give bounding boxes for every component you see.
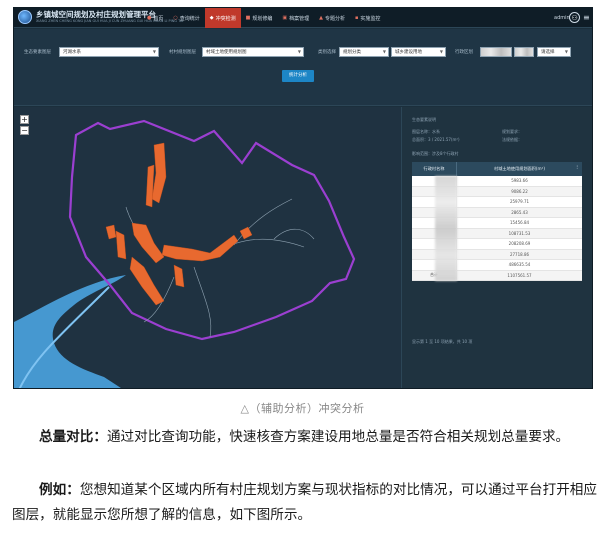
type-select-2[interactable]: 城乡建设用地 ▼ — [391, 47, 446, 57]
folder-icon: ▣ — [282, 15, 288, 21]
region-select-blurred-1[interactable] — [480, 47, 512, 57]
area-value: 27718.86 — [509, 251, 530, 257]
affect-range-label: 影响范围：涉及8个行政村 — [412, 151, 459, 156]
user-avatar-icon[interactable]: ⚇ — [569, 12, 580, 23]
type-label: 类别选择 — [318, 50, 336, 55]
panel-title: 生态要素说明 — [412, 117, 436, 122]
total-value: 1107561.57 — [507, 272, 532, 278]
column-toggle-icon[interactable]: ⁝ — [576, 165, 578, 171]
info-panel: 生态要素说明 图层名称：水系 总面积：3 / 2021.57(m²) 规划要求：… — [401, 107, 592, 388]
area-value: 486635.54 — [508, 262, 531, 268]
region-select[interactable]: 请选择 ▼ — [537, 47, 571, 57]
screenshot-frame: 乡镇城空间规划及村庄规划管理平台 XIANG ZHEN CHENG KONG J… — [13, 7, 593, 389]
type-select-1[interactable]: 规划分类 ▼ — [339, 47, 389, 57]
menu-icon[interactable]: ≡ — [583, 13, 590, 22]
regulation-label: 法规依据： — [502, 137, 522, 142]
area-value: 15456.84 — [509, 220, 530, 226]
area-table: 行政村名称 村域土地使用规划面积(m²) ⁝ 5983.66 9086.22 25… — [412, 162, 582, 281]
layer-name-label: 图层名称：水系 — [412, 129, 440, 134]
region-label: 行政区划 — [455, 50, 473, 55]
nav-item-home[interactable]: ● 首页 — [142, 8, 168, 28]
main-nav: ● 首页 ○ 查询统计 ◆ 冲突检测 ■ 规划修编 ▣ 档案管理 ▲ 专题分析 ▪ 实施监控 — [142, 8, 385, 28]
area-value: 25979.71 — [509, 199, 530, 205]
nav-item-monitor[interactable]: ▪ 实施监控 — [350, 8, 385, 28]
stat-analysis-button[interactable]: 统计分析 — [282, 70, 314, 82]
layer2-label: 村村规划图层 — [169, 50, 196, 55]
eco-layer-select[interactable]: 河湖水系 ▼ — [59, 47, 159, 57]
top-bar: 乡镇城空间规划及村庄规划管理平台 XIANG ZHEN CHENG KONG J… — [14, 8, 592, 28]
nav-item-archive[interactable]: ▣ 档案管理 — [277, 8, 314, 28]
paragraph-example: 例如：您想知道某个区域内所有村庄规划方案与现状指标的对比情况，可以通过平台打开相… — [12, 482, 598, 523]
chevron-down-icon: ▼ — [439, 49, 443, 54]
area-value: 2865.43 — [511, 209, 528, 215]
figure-caption: △（辅助分析）冲突分析 — [240, 402, 365, 415]
area-value: 208208.69 — [508, 241, 531, 247]
chevron-down-icon: ▼ — [382, 49, 386, 54]
platform-logo — [18, 10, 32, 24]
chart-icon: ▲ — [319, 15, 324, 21]
chevron-down-icon: ▼ — [297, 49, 301, 54]
village-names-blurred — [435, 176, 457, 281]
search-icon: ○ — [173, 15, 178, 21]
col-village-name[interactable]: 行政村名称 — [412, 162, 457, 176]
table-header: 行政村名称 村域土地使用规划面积(m²) ⁝ — [412, 162, 582, 176]
chevron-down-icon: ▼ — [564, 49, 568, 54]
region-select-blurred-2[interactable] — [514, 47, 534, 57]
map-canvas — [14, 119, 356, 388]
zoom-out-button[interactable]: − — [20, 126, 29, 135]
chevron-down-icon: ▼ — [152, 49, 156, 54]
home-icon: ● — [147, 15, 152, 21]
area-value: 5983.66 — [511, 178, 528, 184]
nav-item-conflict[interactable]: ◆ 冲突检测 — [204, 8, 241, 28]
requirement-label: 规划要求： — [502, 129, 522, 134]
streams — [125, 198, 315, 338]
monitor-icon: ▪ — [355, 15, 359, 21]
river — [14, 275, 126, 388]
zoom-in-button[interactable]: + — [20, 115, 29, 124]
paragraph-heading: 总量对比： — [39, 429, 107, 445]
filter-bar: 生态要素图层 河湖水系 ▼ 村村规划图层 村域土地使用规划图 ▼ 类别选择 规划分类… — [14, 29, 592, 106]
nav-item-analysis[interactable]: ▲ 专题分析 — [314, 8, 350, 28]
village-layer-select[interactable]: 村域土地使用规划图 ▼ — [202, 47, 304, 57]
nav-item-query[interactable]: ○ 查询统计 — [168, 8, 204, 28]
shield-icon: ◆ — [209, 15, 214, 21]
total-area-label: 总面积：3 / 2021.57(m²) — [412, 137, 460, 142]
area-value: 9086.22 — [511, 188, 528, 194]
layer1-label: 生态要素图层 — [24, 50, 51, 55]
paragraph-total-comparison: 总量对比：通过对比查询功能，快速核查方案建设用地总量是否符合相关规划总量要求。 — [39, 429, 570, 445]
paragraph-heading: 例如： — [39, 482, 80, 498]
edit-icon: ■ — [245, 15, 251, 21]
planning-parcels — [105, 142, 253, 306]
col-area[interactable]: 村域土地使用规划面积(m²) ⁝ — [457, 162, 582, 176]
pagination-info: 显示第 1 至 10 项结果，共 10 项 — [412, 339, 473, 344]
map-view[interactable]: + − — [14, 107, 401, 388]
nav-item-revision[interactable]: ■ 规划修编 — [241, 8, 278, 28]
area-value: 108731.53 — [508, 230, 531, 236]
username[interactable]: admin — [554, 15, 570, 21]
